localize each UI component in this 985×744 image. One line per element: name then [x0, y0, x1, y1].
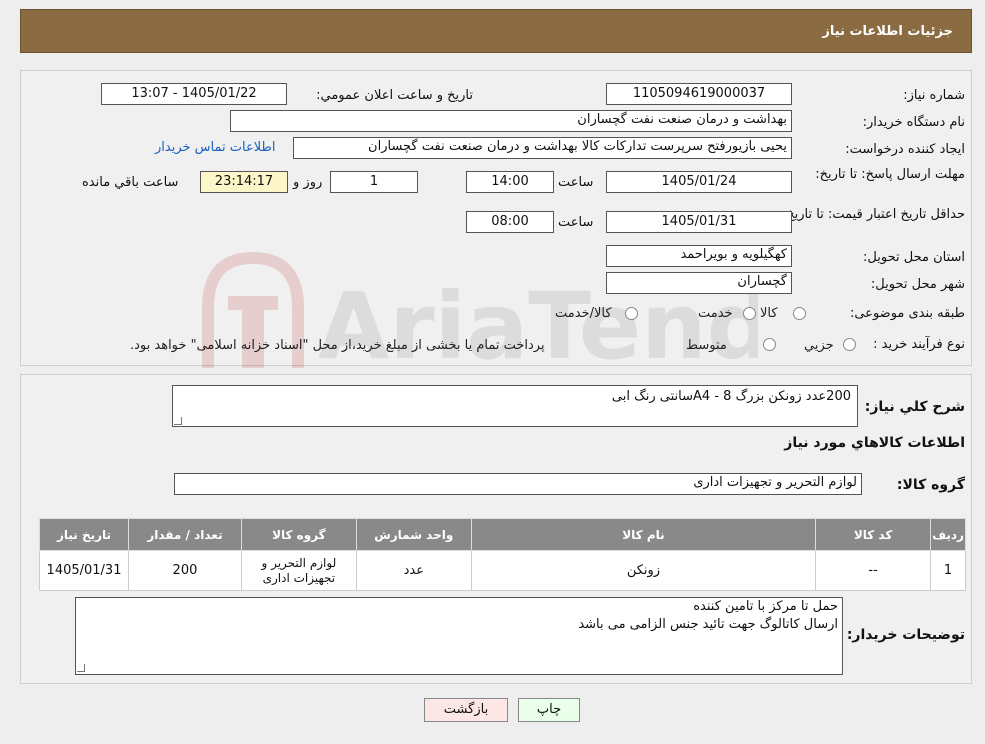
notes-line-1: حمل تا مرکز با تامین کننده — [693, 599, 838, 614]
process-note: پرداخت تمام یا بخشی از مبلغ خرید،از محل … — [130, 338, 545, 353]
reply-deadline-label: مهلت ارسال پاسخ: تا تاریخ: — [815, 167, 965, 182]
category-option-service: خدمت — [698, 306, 733, 321]
category-label: طبقه بندی موضوعی: — [849, 306, 965, 321]
summary-textarea[interactable]: 200عدد زونکن بزرگ 8 - A4سانتی رنگ ابی — [172, 385, 858, 427]
notes-label: توضیحات خریدار: — [846, 627, 965, 643]
group-label: گروه کالا: — [896, 477, 965, 493]
category-option-goods: کالا — [760, 306, 778, 321]
price-time-label: ساعت — [558, 215, 594, 230]
category-radio-goods[interactable] — [793, 307, 806, 320]
city-label: شهر محل تحویل: — [870, 277, 965, 292]
col-row: ردیف — [930, 518, 966, 551]
col-group: گروه کالا — [240, 518, 357, 551]
creator-field: یحیی بازیورفتح سرپرست تدارکات کالا بهداش… — [293, 137, 792, 159]
cell-date: 1405/01/31 — [38, 550, 130, 591]
cell-row: 1 — [930, 550, 966, 591]
page-title: جزئیات اطلاعات نیاز — [822, 24, 953, 39]
table-header-row: ردیف کد کالا نام کالا واحد شمارش گروه کا… — [38, 518, 966, 551]
col-code: کد کالا — [815, 518, 932, 551]
price-date-field: 1405/01/31 — [606, 211, 792, 233]
cell-name: زونکن — [470, 550, 817, 591]
price-time-field: 08:00 — [466, 211, 554, 233]
remaining-time-label: ساعت باقي مانده — [82, 175, 179, 190]
reply-time-label: ساعت — [558, 175, 594, 190]
creator-label: ایجاد کننده درخواست: — [845, 142, 965, 157]
print-button[interactable]: چاپ — [518, 698, 580, 722]
process-radio-minor[interactable] — [843, 338, 856, 351]
back-button[interactable]: بازگشت — [424, 698, 508, 722]
process-label: نوع فرآیند خرید : — [873, 337, 965, 352]
province-field: کهگیلویه و بویراحمد — [606, 245, 792, 267]
col-unit: واحد شمارش — [355, 518, 472, 551]
cell-group: لوازم التحریر و تجهیزات اداری — [240, 550, 357, 591]
announce-field: 1405/01/22 - 13:07 — [101, 83, 287, 105]
notes-textarea[interactable]: حمل تا مرکز با تامین کننده ارسال کاتالوگ… — [75, 597, 843, 675]
buyer-org-label: نام دستگاه خریدار: — [862, 115, 965, 130]
buyer-contact-link[interactable]: اطلاعات تماس خریدار — [155, 140, 275, 155]
category-option-goods-service: کالا/خدمت — [555, 306, 612, 321]
summary-resize-handle[interactable] — [174, 417, 182, 425]
page-header: جزئیات اطلاعات نیاز — [20, 9, 972, 53]
process-option-medium: متوسط — [686, 338, 727, 353]
col-qty: تعداد / مقدار — [128, 518, 242, 551]
reply-time-field: 14:00 — [466, 171, 554, 193]
days-field: 1 — [330, 171, 418, 193]
items-title: اطلاعات کالاهاي مورد نیاز — [784, 435, 965, 451]
notes-line-2: ارسال کاتالوگ جهت تائید جنس الزامی می با… — [578, 617, 838, 632]
province-label: استان محل تحویل: — [863, 250, 965, 265]
col-name: نام کالا — [470, 518, 817, 551]
group-field: لوازم التحریر و تجهیزات اداری — [174, 473, 862, 495]
summary-label: شرح کلي نیاز: — [864, 399, 965, 415]
table-row: 1 -- زونکن عدد لوازم التحریر و تجهیزات ا… — [38, 550, 966, 591]
cell-unit: عدد — [355, 550, 472, 591]
col-date: تاریخ نیاز — [38, 518, 130, 551]
process-radio-medium[interactable] — [763, 338, 776, 351]
buyer-org-field: بهداشت و درمان صنعت نفت گچساران — [230, 110, 792, 132]
category-radio-service[interactable] — [743, 307, 756, 320]
notes-resize-handle[interactable] — [77, 664, 85, 672]
category-radio-goods-service[interactable] — [625, 307, 638, 320]
need-number-label: شماره نیاز: — [903, 88, 965, 103]
process-option-minor: جزیي — [804, 338, 834, 353]
remaining-time-field: 23:14:17 — [200, 171, 288, 193]
city-field: گچساران — [606, 272, 792, 294]
cell-qty: 200 — [128, 550, 242, 591]
reply-date-field: 1405/01/24 — [606, 171, 792, 193]
need-number-field: 1105094619000037 — [606, 83, 792, 105]
items-table: ردیف کد کالا نام کالا واحد شمارش گروه کا… — [38, 518, 966, 591]
announce-label: تاریخ و ساعت اعلان عمومي: — [316, 88, 473, 103]
cell-code: -- — [815, 550, 932, 591]
days-label: روز و — [293, 175, 323, 190]
price-validity-label: حداقل تاریخ اعتبار قیمت: تا تاریخ: — [781, 207, 965, 222]
